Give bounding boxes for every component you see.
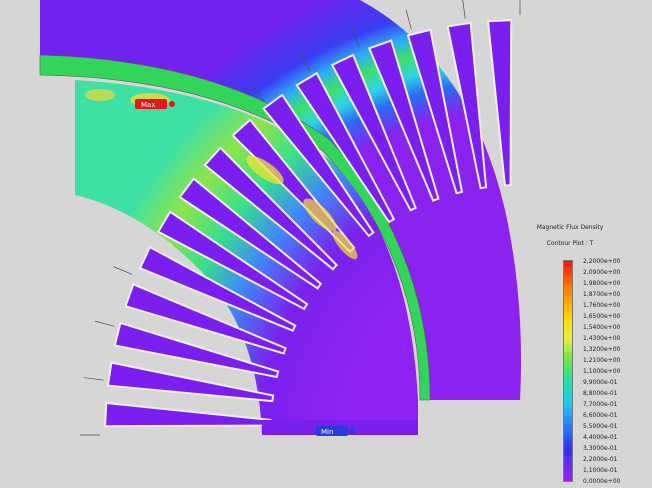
legend-tick-label: 1,6500e+00 [583,313,621,320]
rotor-slot [486,19,513,187]
rotor-slot [104,401,272,428]
legend-color-bar [563,260,573,482]
legend-tick-label: 1,3200e+00 [583,346,621,353]
legend-tick-label: 2,0900e+00 [583,269,621,276]
segment-line [405,9,412,30]
segment-line [94,320,115,327]
legend-tick-label: 2,2000e+00 [583,258,621,265]
max-label: Max [141,101,156,109]
legend-tick-label: 6,6000e-01 [583,412,618,419]
legend-tick-label: 1,9800e+00 [583,280,621,287]
legend-tick-label: 1,8700e+00 [583,291,621,298]
legend-tick-label: 1,7600e+00 [583,302,621,309]
legend-tick-label: 1,1000e+00 [583,368,621,375]
legend-tick-label: 5,5000e-01 [583,423,618,430]
segment-line [462,0,466,19]
legend-title: Magnetic Flux Density [536,224,604,231]
legend-tick-label: 9,9000e-01 [583,379,618,386]
legend-tick-label: 1,5400e+00 [583,324,621,331]
legend-subtitle: Contour Plot : T [546,240,594,247]
legend-tick-label: 3,3000e-01 [583,445,618,452]
legend-tick-label: 1,1000e-01 [583,467,618,474]
legend-tick-label: 7,7000e-01 [583,401,618,408]
segment-line [113,266,133,275]
legend-tick-label: 1,4300e+00 [583,335,621,342]
legend-tick-label: 0,0000e+00 [583,478,621,485]
legend-tick-label: 8,8000e-01 [583,390,618,397]
segment-line [83,377,104,381]
legend-tick-label: 1,2100e+00 [583,357,621,364]
min-label: Min [321,428,334,436]
legend-tick-label: 2,2000e-01 [583,456,618,463]
legend-tick-label: 4,4000e-01 [583,434,618,441]
